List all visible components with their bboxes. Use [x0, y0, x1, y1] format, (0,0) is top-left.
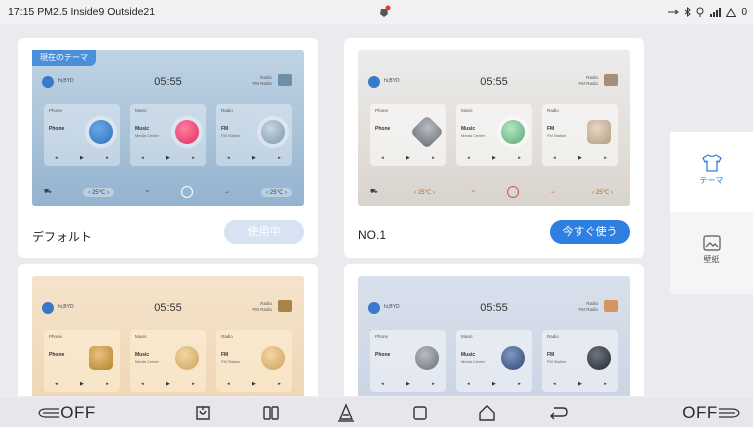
- preview-tile-music: Music Music Media Center ◂ ▶ ▸: [456, 330, 532, 392]
- preview-radio: Radio FM Radio: [252, 75, 272, 86]
- fan-speed-icon: [38, 408, 60, 418]
- preview-tile-radio: Radio FM FM Station ◂ ▶ ▸: [216, 330, 292, 392]
- square-icon: [413, 406, 427, 420]
- warning-icon: [726, 7, 737, 17]
- status-info: 17:15 PM2.5 Inside9 Outside21: [8, 6, 156, 18]
- tshirt-icon: [701, 154, 722, 172]
- navigation-button[interactable]: [331, 400, 361, 426]
- radio-icon: [587, 346, 611, 370]
- seat-heat-icon: ≈: [145, 189, 150, 195]
- phone-icon: [89, 346, 113, 370]
- preview-tile-music: Music Music Media Center ◂ ▶ ▸: [130, 104, 206, 166]
- power-clock-button[interactable]: [188, 400, 218, 426]
- theme-preview[interactable]: hi,BYD 05:55 Radio FM Radio Phone Phone ◂…: [32, 276, 304, 396]
- phone-icon: [415, 346, 439, 370]
- preview-tile-phone: Phone Phone ◂ ▶ ▸: [370, 330, 446, 392]
- sidebar-item-theme[interactable]: テーマ: [670, 132, 753, 212]
- current-theme-tag: 現在のテーマ: [32, 50, 96, 66]
- status-bar: 17:15 PM2.5 Inside9 Outside21 0: [0, 0, 753, 24]
- preview-radio: Radio FM Radio: [578, 75, 598, 86]
- car-icon: ⛟: [370, 189, 378, 195]
- theme-card-blue[interactable]: hi,BYD 05:55 Radio FM Radio Phone Phone ◂…: [344, 264, 644, 396]
- theme-sidebar: テーマ 壁紙: [670, 132, 753, 294]
- theme-card-no1[interactable]: hi,BYD 05:55 Radio FM Radio Phone Phone ◂…: [344, 38, 644, 258]
- sidebar-item-wallpaper[interactable]: 壁紙: [670, 213, 753, 293]
- bluetooth-icon: [685, 7, 692, 17]
- status-right-indicator: 0: [741, 6, 747, 18]
- radio-icon: [587, 120, 611, 144]
- home-icon: [479, 405, 495, 421]
- sidebar-item-label: 壁紙: [703, 255, 720, 264]
- radio-icon: [604, 74, 618, 86]
- phone-icon: [89, 120, 113, 144]
- radio-icon: [278, 300, 292, 312]
- preview-tile-radio: Radio FM FM Station ◂ ▶ ▸: [542, 104, 618, 166]
- usb-icon: [668, 9, 680, 15]
- theme-name: NO.1: [358, 228, 387, 242]
- airflow-icon: ∽: [224, 189, 230, 196]
- music-icon: [501, 120, 525, 144]
- fan-icon: [506, 186, 519, 198]
- location-icon: [696, 7, 704, 17]
- use-now-button[interactable]: 今すぐ使う: [550, 220, 630, 244]
- radio-icon: [261, 120, 285, 144]
- music-icon: [501, 346, 525, 370]
- fan-speed-icon: [718, 408, 740, 418]
- theme-preview[interactable]: hi,BYD 05:55 Radio FM Radio Phone Phone ◂…: [358, 276, 630, 396]
- preview-climate-bar: ⛟ ‹ 25℃ › ≈ ∽ ‹ 25℃ ›: [44, 186, 292, 198]
- theme-preview[interactable]: hi,BYD 05:55 Radio FM Radio Phone Phone ◂…: [32, 50, 304, 206]
- theme-card-default[interactable]: hi,BYD 05:55 Radio FM Radio Phone Phone ◂…: [18, 38, 318, 258]
- preview-tile-music: Music Music Media Center ◂ ▶ ▸: [456, 104, 532, 166]
- preview-climate-bar: ⛟ ‹ 25℃ › ≈ ∽ ‹ 25℃ ›: [370, 186, 618, 198]
- preview-tile-phone: Phone Phone ◂ ▶ ▸: [44, 330, 120, 392]
- wallpaper-icon: [702, 235, 721, 251]
- split-screen-icon: [263, 406, 279, 420]
- music-icon: [175, 346, 199, 370]
- status-icons: 0: [667, 7, 747, 18]
- preview-tile-radio: Radio FM FM Station ◂ ▶ ▸: [542, 330, 618, 392]
- split-screen-button[interactable]: [256, 400, 286, 426]
- music-icon: [175, 120, 199, 144]
- fan-icon: [180, 186, 193, 198]
- signal-icon: [710, 7, 722, 17]
- recent-apps-button[interactable]: [405, 400, 435, 426]
- radio-icon: [278, 74, 292, 86]
- preview-tile-radio: Radio FM FM Station ◂ ▶ ▸: [216, 104, 292, 166]
- in-use-button[interactable]: 使用中: [224, 220, 304, 244]
- bottom-nav-bar: OFF OFF: [0, 398, 753, 427]
- car-icon: ⛟: [44, 189, 52, 195]
- radio-icon: [604, 300, 618, 312]
- theme-name: デフォルト: [32, 230, 93, 244]
- back-icon: [550, 407, 568, 420]
- home-button[interactable]: [472, 400, 502, 426]
- theme-card-gold[interactable]: hi,BYD 05:55 Radio FM Radio Phone Phone ◂…: [18, 264, 318, 396]
- theme-preview[interactable]: hi,BYD 05:55 Radio FM Radio Phone Phone ◂…: [358, 50, 630, 206]
- airflow-icon: ∽: [550, 189, 556, 196]
- radio-icon: [261, 346, 285, 370]
- timer-icon: [196, 406, 210, 420]
- back-button[interactable]: [544, 400, 574, 426]
- theme-grid: hi,BYD 05:55 Radio FM Radio Phone Phone ◂…: [18, 32, 648, 396]
- preview-radio: Radio FM Radio: [252, 301, 272, 312]
- preview-tile-music: Music Music Media Center ◂ ▶ ▸: [130, 330, 206, 392]
- phone-icon: [410, 115, 444, 149]
- sidebar-item-label: テーマ: [699, 176, 724, 185]
- preview-tile-phone: Phone Phone ◂ ▶ ▸: [370, 104, 446, 166]
- left-fan-control[interactable]: OFF: [22, 400, 112, 426]
- right-fan-control[interactable]: OFF: [671, 400, 751, 426]
- preview-tile-phone: Phone Phone ◂ ▶ ▸: [44, 104, 120, 166]
- preview-radio: Radio FM Radio: [578, 301, 598, 312]
- notification-icon[interactable]: [377, 5, 391, 19]
- seat-heat-icon: ≈: [471, 189, 476, 195]
- navigation-icon: [338, 403, 354, 422]
